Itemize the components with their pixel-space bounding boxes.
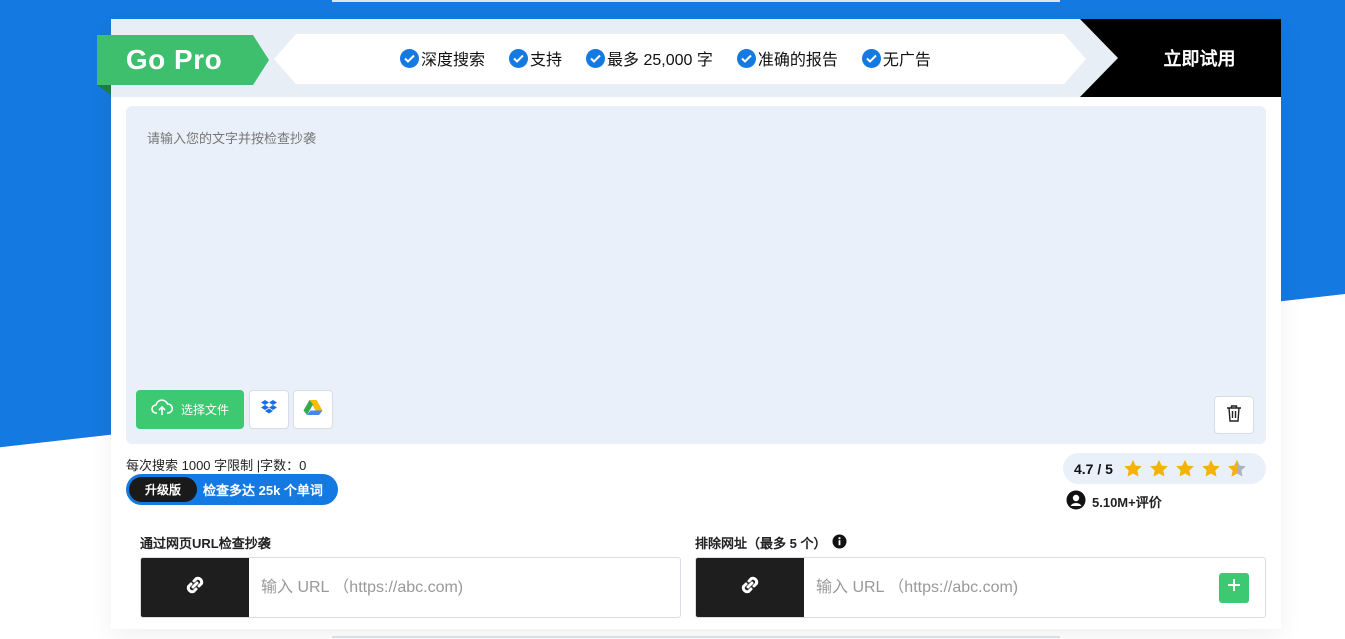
exclude-url-label: 排除网址（最多 5 个） [695, 533, 847, 552]
link-icon-block [141, 558, 249, 617]
top-divider [332, 0, 1060, 2]
link-icon [737, 572, 763, 603]
info-icon[interactable] [832, 534, 847, 552]
bottom-divider [332, 636, 1060, 638]
url-check-label-text: 通过网页URL检查抄袭 [140, 536, 271, 551]
star-icon [1124, 460, 1142, 477]
exclude-url-input[interactable] [804, 558, 1219, 617]
star-icon [1150, 460, 1168, 477]
feature-label: 无广告 [882, 52, 931, 69]
upload-cloud-icon [151, 399, 174, 420]
upgrade-text: 检查多达 25k 个单词 [203, 483, 323, 498]
feature-item: 准确的报告 [736, 46, 838, 70]
rating-score: 4.7 / 5 [1074, 460, 1113, 477]
check-icon [736, 48, 756, 68]
google-drive-icon [303, 399, 323, 421]
feature-item: 最多 25,000 字 [586, 46, 713, 70]
star-icon [1176, 460, 1194, 477]
clear-text-button[interactable] [1214, 396, 1254, 434]
choose-file-button[interactable]: 选择文件 [136, 390, 244, 429]
exclude-url-field [695, 557, 1266, 618]
try-now-button[interactable]: 立即试用 [1080, 19, 1281, 97]
check-icon [861, 48, 881, 68]
upgrade-tag: 升级版 [129, 477, 198, 502]
dropbox-icon [260, 399, 278, 420]
upgrade-button[interactable]: 升级版 检查多达 25k 个单词 [126, 474, 338, 505]
check-icon [509, 48, 529, 68]
feature-item: 无广告 [861, 46, 931, 70]
google-drive-button[interactable] [293, 390, 333, 429]
feature-label: 准确的报告 [757, 52, 838, 69]
half-star-icon [1228, 460, 1246, 477]
choose-file-label: 选择文件 [180, 403, 229, 417]
go-pro-badge: Go Pro [97, 35, 269, 85]
text-input[interactable] [126, 106, 1266, 386]
star-rating [1123, 459, 1247, 478]
feature-item: 深度搜索 [400, 46, 485, 70]
review-count-text: 5.10M+评价 [1092, 495, 1162, 510]
rating-badge: 4.7 / 5 [1063, 453, 1266, 484]
go-pro-banner: 深度搜索 支持 最多 25,000 字 准确的报告 无广告 立即试用 [111, 19, 1281, 97]
star-icon [1202, 460, 1220, 477]
review-count: 5.10M+评价 [1066, 490, 1162, 513]
feature-item: 支持 [509, 46, 562, 70]
link-icon-block [696, 558, 804, 617]
text-editor: 选择文件 [126, 106, 1266, 444]
check-icon [400, 48, 419, 68]
word-limit-text: 每次搜索 1000 字限制 |字数：0 [126, 458, 307, 473]
checker-card: 深度搜索 支持 最多 25,000 字 准确的报告 无广告 立即试用 Go Pr… [97, 19, 1281, 629]
user-icon [1066, 490, 1086, 513]
url-check-label: 通过网页URL检查抄袭 [140, 533, 271, 552]
check-icon [586, 48, 606, 68]
dropbox-button[interactable] [249, 390, 289, 429]
feature-label: 最多 25,000 字 [607, 52, 713, 69]
feature-list: 深度搜索 支持 最多 25,000 字 准确的报告 无广告 [400, 45, 931, 71]
feature-label: 支持 [530, 52, 563, 69]
plus-icon [1227, 578, 1241, 597]
exclude-url-label-text: 排除网址（最多 5 个） [695, 536, 827, 551]
trash-icon [1226, 404, 1242, 427]
feature-label: 深度搜索 [421, 52, 486, 69]
url-check-field [140, 557, 681, 618]
url-input[interactable] [249, 558, 680, 617]
add-url-button[interactable] [1219, 572, 1249, 603]
link-icon [182, 572, 208, 603]
